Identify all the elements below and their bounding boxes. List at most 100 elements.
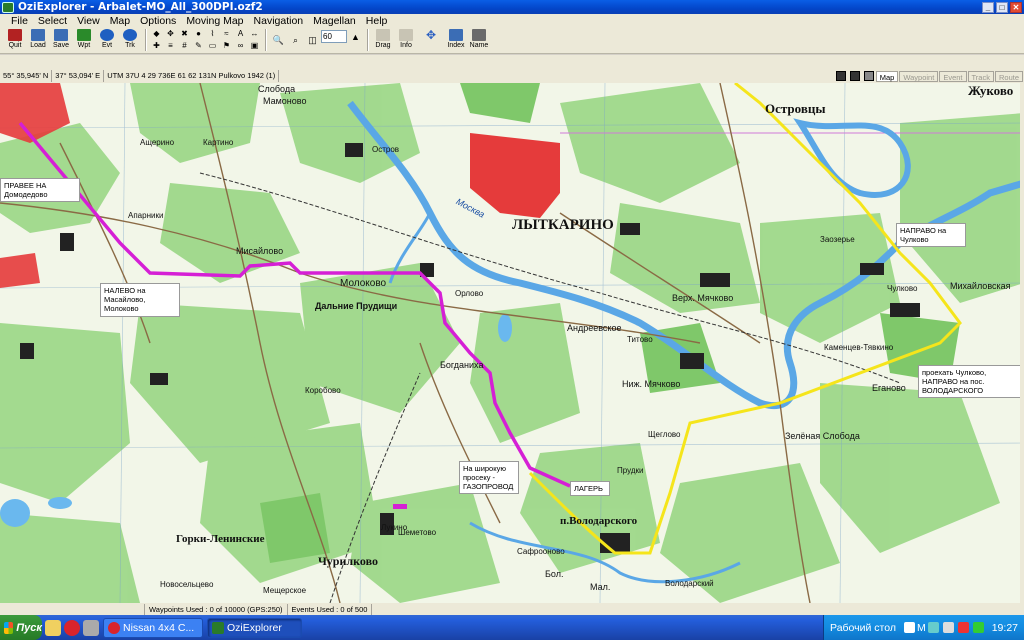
- map-place: Бол.: [545, 569, 564, 579]
- zoom-in-icon[interactable]: 🔍: [271, 33, 286, 47]
- zoom-fit-icon[interactable]: ◫: [305, 33, 320, 47]
- ozi-icon: [212, 621, 224, 634]
- menu-magellan[interactable]: Magellan: [308, 15, 361, 27]
- menu-map[interactable]: Map: [105, 15, 135, 27]
- menu-select[interactable]: Select: [33, 15, 72, 27]
- map-place: Еганово: [872, 383, 906, 393]
- list-icon[interactable]: ≡: [164, 40, 177, 51]
- text-icon[interactable]: A: [234, 28, 247, 39]
- map-place: Остров: [372, 145, 400, 154]
- network-icon[interactable]: [927, 622, 939, 633]
- index-button[interactable]: Index: [445, 28, 467, 52]
- map-place: Орлово: [455, 289, 484, 298]
- toolbar-separator: [145, 29, 147, 51]
- tab-map[interactable]: Map: [875, 70, 899, 82]
- zoom-out-icon[interactable]: ⌕: [288, 33, 303, 47]
- map-canvas[interactable]: ЛЫТКАРИНО Островцы Жуково Молоково Дальн…: [0, 83, 1024, 603]
- start-button[interactable]: Пуск: [0, 615, 42, 640]
- quit-button[interactable]: Quit: [4, 28, 26, 52]
- link-icon[interactable]: ∞: [234, 40, 247, 51]
- delete-waypoint-icon[interactable]: ✖: [178, 28, 191, 39]
- track-button[interactable]: Trk: [119, 28, 141, 52]
- map-place: Коробово: [305, 386, 341, 395]
- desktop-toolbar[interactable]: Рабочий стол: [830, 622, 896, 634]
- menu-options[interactable]: Options: [135, 15, 181, 27]
- menu-navigation[interactable]: Navigation: [249, 15, 309, 27]
- map-place: Апарники: [128, 211, 164, 220]
- map-place: Шеметово: [398, 528, 437, 537]
- antivirus-icon[interactable]: [957, 622, 969, 633]
- tool-quicklaunch-icon[interactable]: [83, 619, 99, 636]
- menu-help[interactable]: Help: [361, 15, 393, 27]
- taskbar-opera-window[interactable]: Nissan 4x4 C...: [103, 617, 203, 638]
- search-quicklaunch-icon[interactable]: [45, 619, 61, 636]
- measure-icon[interactable]: ↔: [248, 28, 261, 39]
- note-wide-prosek: На широкую просеку - ГАЗОПРОВОД: [459, 461, 519, 494]
- longitude-readout: 37° 53,094' E: [52, 70, 105, 82]
- name-icon: [472, 29, 486, 41]
- maximize-button[interactable]: □: [996, 1, 1008, 13]
- camera-icon[interactable]: ▣: [248, 40, 261, 51]
- waypoint-icon: [77, 29, 91, 41]
- toolbar-separator: [265, 29, 267, 51]
- map-place: Островцы: [765, 101, 826, 116]
- map-place: Михайловская: [950, 281, 1011, 291]
- toolbar-spacer: [0, 55, 1024, 69]
- map-place: Прудки: [617, 466, 644, 475]
- tray-lang[interactable]: M: [917, 622, 926, 634]
- volume-icon[interactable]: [942, 622, 954, 633]
- flag-icon[interactable]: ⚑: [220, 40, 233, 51]
- track-icon: [123, 29, 137, 41]
- expand-tray-icon[interactable]: [903, 622, 915, 633]
- info-button[interactable]: Info: [395, 28, 417, 52]
- load-button[interactable]: Load: [27, 28, 49, 52]
- tab-waypoint[interactable]: Waypoint: [899, 70, 939, 82]
- menu-view[interactable]: View: [72, 15, 105, 27]
- map-window-icon[interactable]: [835, 71, 846, 81]
- menu-moving-map[interactable]: Moving Map: [181, 15, 248, 27]
- tab-route[interactable]: Route: [994, 70, 1023, 82]
- tab-event[interactable]: Event: [939, 70, 967, 82]
- add-event-icon[interactable]: ●: [192, 28, 205, 39]
- route-icon[interactable]: ⌇: [206, 28, 219, 39]
- clock: 19:27: [991, 621, 1018, 634]
- save-button[interactable]: Save: [50, 28, 72, 52]
- zoom-up-icon[interactable]: ▲: [348, 30, 363, 44]
- event-button[interactable]: Evt: [96, 28, 118, 52]
- print-icon[interactable]: [863, 71, 874, 81]
- waypoints-count: Waypoints Used : 0 of 10000 (GPS:250): [145, 603, 288, 615]
- map-place: Каменцев-Тявкино: [824, 343, 894, 352]
- zoom-level-select[interactable]: 60: [321, 30, 347, 43]
- grid-icon[interactable]: #: [178, 40, 191, 51]
- move-waypoint-icon[interactable]: ✥: [164, 28, 177, 39]
- taskbar-oziexplorer-window[interactable]: OziExplorer: [207, 617, 302, 638]
- utm-readout: UTM 37U 4 29 736E 61 62 131N Pulkovo 194…: [104, 70, 280, 82]
- name-button[interactable]: Name: [468, 28, 490, 52]
- note-right-domodedovo: ПРАВЕЕ НА Домодедово: [0, 178, 80, 202]
- map-place: Ащерино: [140, 138, 175, 147]
- note-right-chulkovo: НАПРАВО на Чулково: [896, 223, 966, 247]
- menu-bar: File Select View Map Options Moving Map …: [0, 14, 1024, 28]
- map-place: Мещерское: [263, 586, 307, 595]
- pan-button[interactable]: ✥: [418, 28, 444, 52]
- note-left-misailovo: НАЛЕВО на Масайлово, Молоково: [100, 283, 180, 317]
- opera-quicklaunch-icon[interactable]: [64, 619, 80, 636]
- area-icon[interactable]: ▭: [206, 40, 219, 51]
- close-button[interactable]: ✕: [1010, 1, 1022, 13]
- note-icon[interactable]: ✎: [192, 40, 205, 51]
- update-icon[interactable]: [972, 622, 984, 633]
- drag-icon: [376, 29, 390, 41]
- waypoint-button[interactable]: Wpt: [73, 28, 95, 52]
- tab-track[interactable]: Track: [967, 70, 994, 82]
- note-pass-chulkovo: проехать Чулково, НАПРАВО на пос. ВОЛОДА…: [918, 365, 1022, 398]
- minimize-button[interactable]: _: [982, 1, 994, 13]
- track-edit-icon[interactable]: ≈: [220, 28, 233, 39]
- save-image-icon[interactable]: [849, 71, 860, 81]
- map-scrollbar[interactable]: [1020, 83, 1024, 603]
- symbol-icon[interactable]: ✚: [150, 40, 163, 51]
- save-icon: [54, 29, 68, 41]
- menu-file[interactable]: File: [6, 15, 33, 27]
- add-waypoint-icon[interactable]: ◆: [150, 28, 163, 39]
- drag-button[interactable]: Drag: [372, 28, 394, 52]
- map-place: Чурилково: [318, 554, 378, 568]
